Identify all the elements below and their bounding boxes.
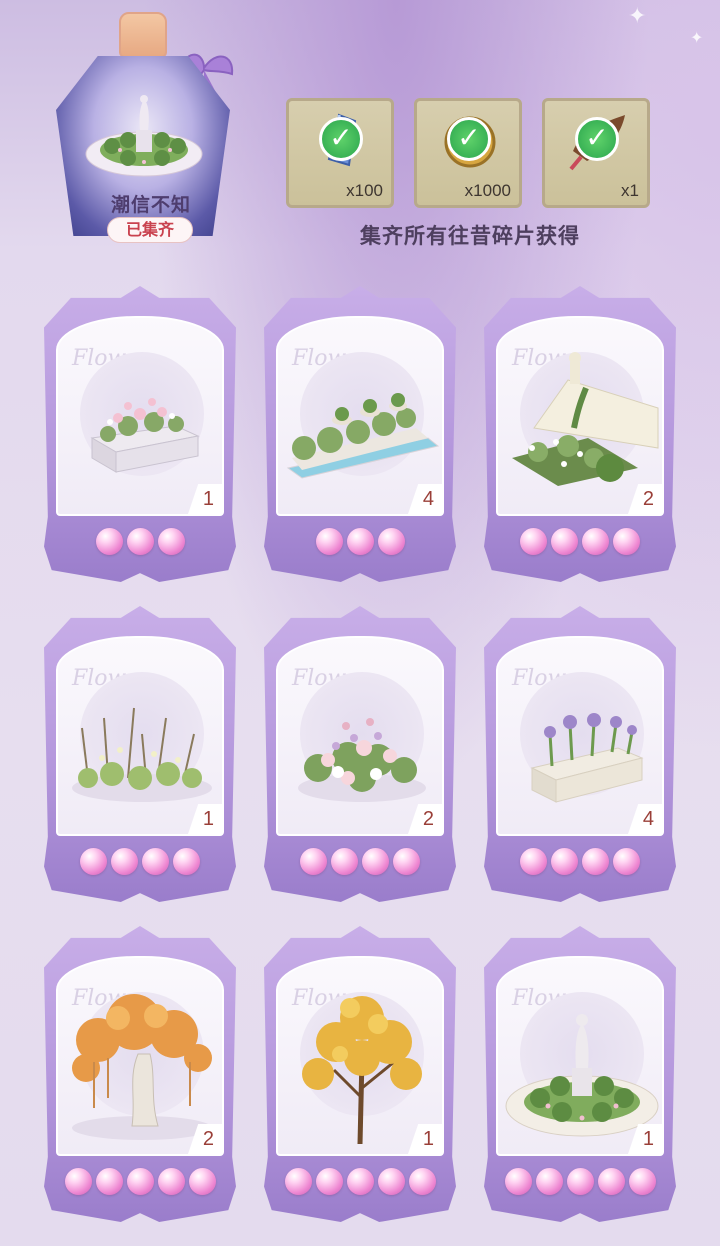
pearl-icon [504, 1168, 532, 1195]
pearl-icon [80, 848, 107, 875]
fragment-card[interactable]: Flower 2 [484, 286, 676, 582]
fragment-count: 2 [642, 488, 654, 510]
pearl-icon [95, 528, 123, 555]
pearl-icon [613, 848, 640, 875]
pearl-icon [408, 1168, 436, 1195]
pearl-icon [362, 848, 389, 875]
pearl-icon [535, 1168, 563, 1195]
pearl-icon [173, 848, 200, 875]
card-art: Flower 1 [496, 956, 664, 1156]
fragment-count: 1 [202, 488, 214, 510]
pearl-icon [628, 1168, 656, 1195]
fragment-card[interactable]: Flower 1 [264, 926, 456, 1222]
pearl-icon [126, 528, 154, 555]
fragment-card[interactable]: Flower 2 [264, 606, 456, 902]
fragment-card[interactable]: Flower 4 [484, 606, 676, 902]
fragment-count: 4 [642, 808, 654, 830]
fragment-card[interactable]: Flower 4 [264, 286, 456, 582]
pearl-icon [126, 1168, 154, 1195]
pearl-icon [551, 848, 578, 875]
card-art: Flower 1 [276, 956, 444, 1156]
pearl-icon [377, 1168, 405, 1195]
pearl-icon [188, 1168, 216, 1195]
fragment-card[interactable]: Flower 1 [44, 606, 236, 902]
reward-item-bouquet[interactable]: ✓ x1 [542, 98, 650, 208]
pearl-icon [315, 1168, 343, 1195]
card-art: Flower 1 [56, 316, 224, 516]
sparkle-icon: ✦ [628, 4, 647, 29]
pearl-icon [613, 528, 640, 555]
pearl-icon [377, 528, 405, 555]
fragment-count: 1 [642, 1128, 654, 1150]
reward-row: ✓ x100 ✓ x1000 ✓ x1 [286, 98, 652, 210]
fragment-count: 1 [202, 808, 214, 830]
pearl-icon [346, 528, 374, 555]
pearl-icon [95, 1168, 123, 1195]
pearl-icon [64, 1168, 92, 1195]
collection-title: 潮信不知 [110, 194, 191, 216]
sparkle-icon: ✦ [690, 28, 704, 47]
fragment-count: 4 [422, 488, 434, 510]
rarity-pearls [44, 528, 236, 560]
pearl-icon [157, 1168, 185, 1195]
reward-item-crystal[interactable]: ✓ x100 [286, 98, 394, 208]
collection-bottle[interactable]: 潮信不知 已集齐 [52, 12, 242, 244]
fragment-count: 2 [422, 808, 434, 830]
claimed-check-icon: ✓ [447, 117, 491, 161]
fragment-card[interactable]: Flower 1 [484, 926, 676, 1222]
card-art: Flower 2 [496, 316, 664, 516]
card-art: Flower 1 [56, 636, 224, 836]
reward-quantity: x1000 [464, 181, 511, 200]
rarity-pearls [264, 1168, 456, 1200]
pearl-icon [520, 848, 547, 875]
fragment-card[interactable]: Flower 2 [44, 926, 236, 1222]
rarity-pearls [264, 848, 456, 880]
pearl-icon [157, 528, 185, 555]
fragment-card[interactable]: Flower 1 [44, 286, 236, 582]
collected-badge: 已集齐 [107, 217, 193, 243]
pearl-icon [582, 848, 609, 875]
pearl-icon [300, 848, 327, 875]
pearl-icon [142, 848, 169, 875]
statue-garden-thumbnail [85, 95, 203, 177]
pearl-icon [520, 528, 547, 555]
pearl-icon [284, 1168, 312, 1195]
reward-quantity: x100 [346, 181, 383, 200]
card-art: Flower 2 [276, 636, 444, 836]
reward-quantity: x1 [621, 181, 639, 200]
claimed-check-icon: ✓ [319, 117, 363, 161]
card-art: Flower 4 [276, 316, 444, 516]
rarity-pearls [484, 1168, 676, 1200]
pearl-icon [346, 1168, 374, 1195]
claimed-check-icon: ✓ [575, 117, 619, 161]
fragment-count: 1 [422, 1128, 434, 1150]
pearl-icon [566, 1168, 594, 1195]
rarity-pearls [44, 848, 236, 880]
fragment-count: 2 [202, 1128, 214, 1150]
rarity-pearls [484, 848, 676, 880]
pearl-icon [331, 848, 358, 875]
cork-icon [119, 12, 167, 58]
pearl-icon [597, 1168, 625, 1195]
card-art: Flower 2 [56, 956, 224, 1156]
collect-all-note: 集齐所有往昔碎片获得 [360, 224, 580, 248]
pearl-icon [111, 848, 138, 875]
reward-item-coin[interactable]: ✓ x1000 [414, 98, 522, 208]
pearl-icon [315, 528, 343, 555]
card-art: Flower 4 [496, 636, 664, 836]
rarity-pearls [484, 528, 676, 560]
rarity-pearls [264, 528, 456, 560]
pearl-icon [551, 528, 578, 555]
rarity-pearls [44, 1168, 236, 1200]
pearl-icon [393, 848, 420, 875]
pearl-icon [582, 528, 609, 555]
